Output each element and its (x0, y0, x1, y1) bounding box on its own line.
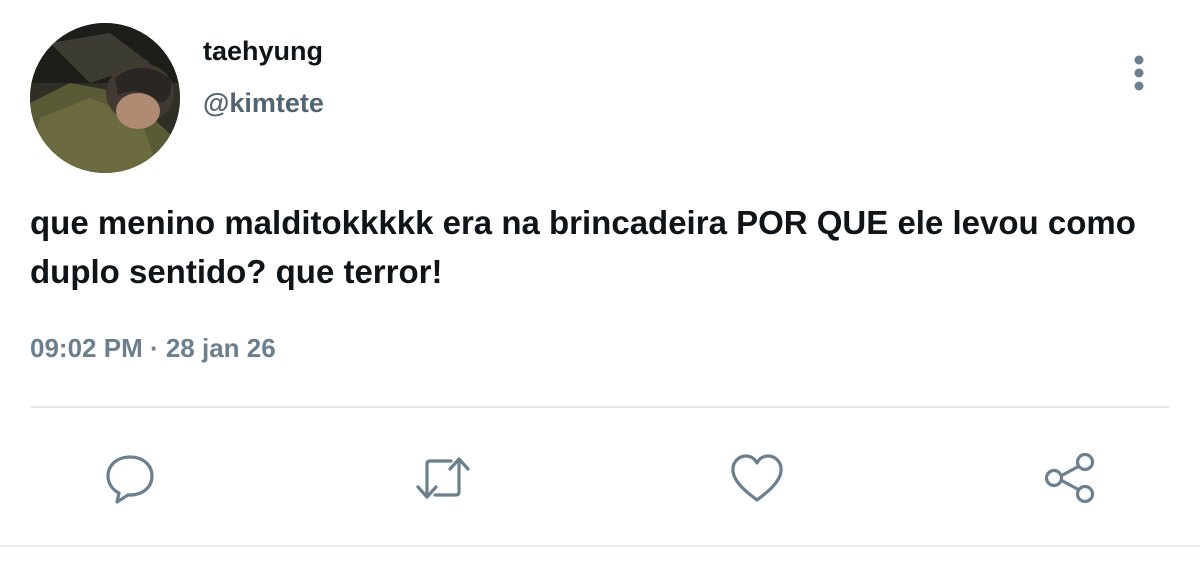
retweet-button[interactable] (413, 448, 473, 508)
more-options-button[interactable] (1120, 50, 1158, 96)
user-handle[interactable]: @kimtete (203, 88, 324, 119)
avatar[interactable] (30, 23, 180, 173)
share-icon (1044, 452, 1095, 504)
retweet-icon (416, 457, 470, 499)
tweet-timestamp[interactable]: 09:02 PM · 28 jan 26 (30, 333, 276, 364)
display-name[interactable]: taehyung (203, 36, 323, 67)
profile-photo (30, 23, 180, 173)
divider (30, 406, 1170, 408)
more-vertical-icon (1134, 55, 1144, 91)
bottom-divider (0, 545, 1200, 547)
share-button[interactable] (1040, 448, 1100, 508)
speech-bubble-icon (106, 455, 154, 504)
tweet-text: que menino malditokkkkk era na brincadei… (30, 204, 1136, 290)
like-button[interactable] (727, 448, 787, 508)
reply-button[interactable] (100, 448, 160, 508)
heart-icon (731, 454, 783, 502)
